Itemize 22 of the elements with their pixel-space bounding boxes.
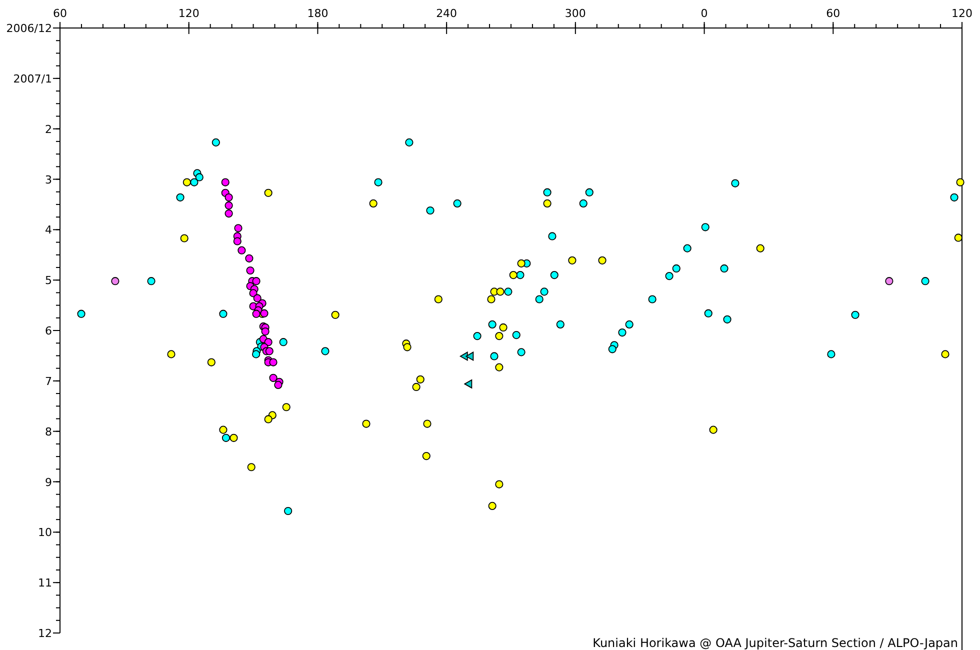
tick-label: 120 — [952, 7, 972, 20]
tick-label: 120 — [178, 7, 200, 20]
tick-label: 0 — [700, 7, 708, 20]
tick-label: 4 — [45, 224, 52, 237]
tick-label: 60 — [53, 7, 67, 20]
tick-label: 7 — [45, 374, 52, 388]
tick-label: 300 — [564, 7, 586, 20]
tick-label: 9 — [45, 476, 52, 489]
tick-label: 240 — [436, 7, 458, 20]
tick-label: 180 — [307, 7, 328, 20]
tick-label: 2006/12 — [6, 22, 52, 35]
credit-text: Kuniaki Horikawa @ OAA Jupiter-Saturn Section / ALPO-Japan — [592, 636, 958, 650]
tick-label: 3 — [45, 173, 52, 186]
tick-label: 6 — [45, 324, 52, 338]
tick-label: 2 — [45, 122, 52, 136]
tick-label: 10 — [38, 526, 52, 540]
tick-label: 60 — [826, 7, 840, 20]
tick-label: 2007/1 — [13, 72, 52, 86]
tick-label: 11 — [38, 576, 52, 590]
tick-label: 8 — [45, 425, 52, 438]
tick-label: 12 — [38, 627, 52, 640]
tick-label: 5 — [45, 274, 52, 288]
